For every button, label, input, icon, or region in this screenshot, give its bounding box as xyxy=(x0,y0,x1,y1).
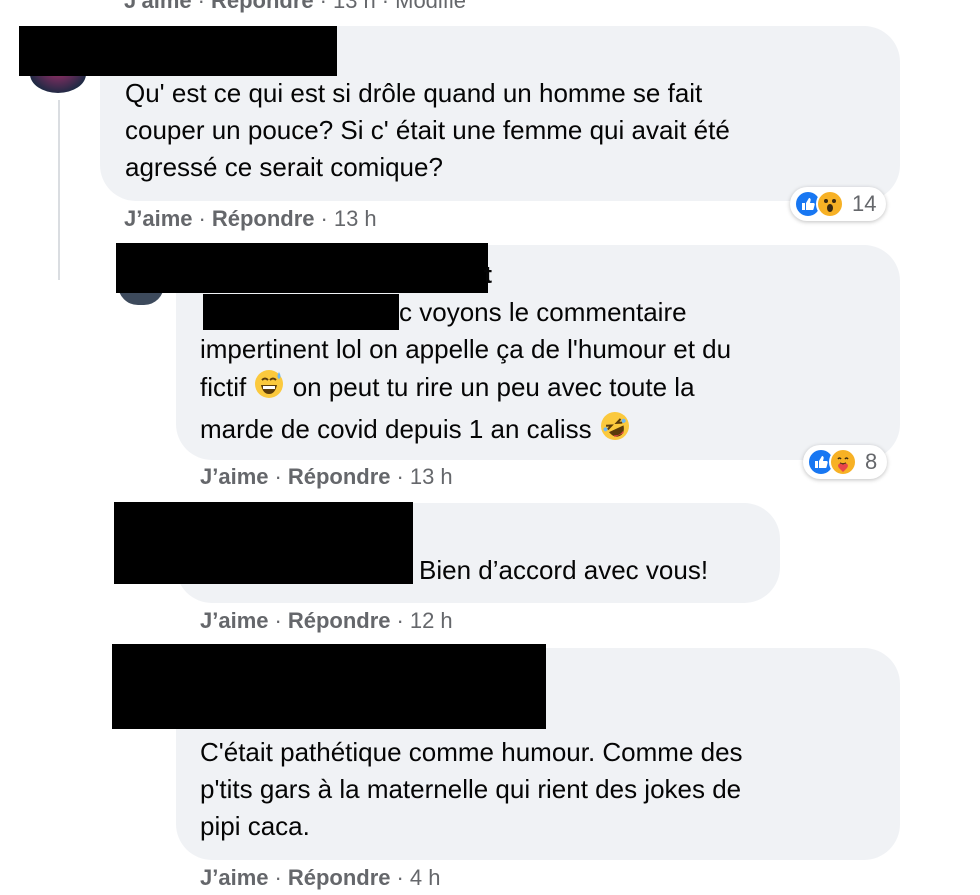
timestamp: 13 h xyxy=(409,464,453,489)
timestamp: 13 h xyxy=(332,0,376,13)
reply-action[interactable]: Répondre xyxy=(288,865,391,890)
sweat-smile-emoji xyxy=(253,368,285,410)
like-action[interactable]: J’aime xyxy=(200,865,269,890)
comment-actions: J’aime · Répondre · 13 h xyxy=(200,464,453,489)
reaction-count: 14 xyxy=(852,191,877,216)
comment-actions: J’aime · Répondre · 12 h xyxy=(200,608,453,633)
like-action[interactable]: J’aime xyxy=(124,206,193,231)
redacted-author-name xyxy=(116,243,488,293)
reaction-summary[interactable]: 14 xyxy=(790,187,887,221)
comment-text: Qu' est ce qui est si drôle quand un hom… xyxy=(125,78,730,182)
redacted-author-name xyxy=(112,644,546,729)
reaction-count: 8 xyxy=(865,449,878,474)
reply-action[interactable]: Répondre xyxy=(288,608,391,633)
comment-text: C'était pathétique comme humour. Comme d… xyxy=(200,737,743,841)
edited-label: Modifié xyxy=(395,0,467,13)
redacted-author-name xyxy=(19,26,337,76)
comment-text: c voyons le commentaire impertinent lol … xyxy=(200,294,731,452)
timestamp: 4 h xyxy=(409,865,441,890)
thread-line xyxy=(58,100,60,280)
redacted-author-name xyxy=(114,502,413,584)
comment-text: Bien d’accord avec vous! xyxy=(419,555,709,585)
timestamp: 13 h xyxy=(333,206,377,231)
reply-action[interactable]: Répondre xyxy=(288,464,391,489)
comment-actions: J’aime · Répondre · 13 h xyxy=(124,206,377,231)
author-name-partial[interactable]: t xyxy=(484,262,492,290)
reaction-summary[interactable]: 8 xyxy=(803,445,888,479)
timestamp: 12 h xyxy=(409,608,453,633)
top-actions-row: J'aime · Répondre · 13 h · Modifié xyxy=(124,0,466,14)
like-action[interactable]: J’aime xyxy=(200,608,269,633)
comment-actions: J’aime · Répondre · 4 h xyxy=(200,865,441,890)
reply-action[interactable]: Répondre xyxy=(212,206,315,231)
care-icon xyxy=(829,448,857,476)
like-action[interactable]: J'aime xyxy=(124,0,192,13)
wow-icon xyxy=(816,190,844,218)
like-action[interactable]: J’aime xyxy=(200,464,269,489)
mention-partial[interactable]: c xyxy=(399,297,412,327)
reply-action[interactable]: Répondre xyxy=(211,0,314,13)
rofl-emoji xyxy=(599,410,631,452)
